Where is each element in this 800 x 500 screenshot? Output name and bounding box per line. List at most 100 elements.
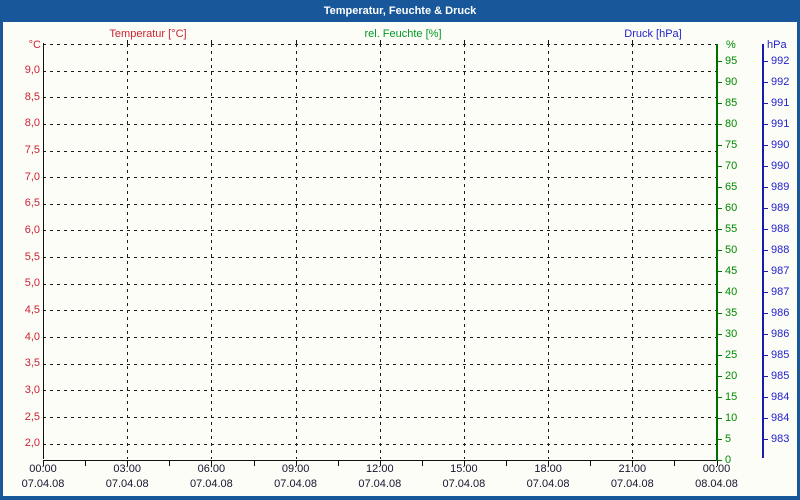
humidity-axis-label: 55 bbox=[725, 223, 737, 236]
humidity-unit-label: % bbox=[726, 39, 736, 51]
humidity-axis-line bbox=[716, 44, 718, 461]
humidity-axis-label: 65 bbox=[725, 181, 737, 194]
pressure-axis-label: 992 bbox=[771, 55, 789, 68]
humidity-axis-label: 0 bbox=[725, 454, 731, 467]
humidity-tick bbox=[717, 61, 722, 62]
pressure-tick bbox=[763, 103, 768, 104]
x-date-label: 07.04.08 bbox=[13, 478, 73, 491]
x-top-tick bbox=[380, 40, 381, 44]
x-time-label: 12:00 bbox=[350, 463, 410, 476]
x-top-tick bbox=[296, 40, 297, 44]
pressure-tick bbox=[763, 208, 768, 209]
temperature-unit-label: °C bbox=[3, 39, 41, 51]
humidity-tick bbox=[717, 229, 722, 230]
weather-chart-window: Temperatur, Feuchte & Druck Temperatur [… bbox=[0, 0, 800, 500]
humidity-tick bbox=[717, 355, 722, 356]
humidity-tick bbox=[717, 103, 722, 104]
humidity-tick bbox=[717, 397, 722, 398]
x-time-label: 00:00 bbox=[687, 463, 747, 476]
temperature-axis-label: 7,0 bbox=[3, 171, 40, 184]
temperature-axis-label: 3,0 bbox=[3, 384, 40, 397]
x-date-label: 07.04.08 bbox=[350, 478, 410, 491]
humidity-tick bbox=[717, 187, 722, 188]
window-titlebar: Temperatur, Feuchte & Druck bbox=[0, 0, 800, 22]
humidity-tick bbox=[717, 166, 722, 167]
x-axis-tick bbox=[590, 461, 591, 466]
x-time-label: 21:00 bbox=[602, 463, 662, 476]
x-date-label: 07.04.08 bbox=[97, 478, 157, 491]
x-axis-tick bbox=[254, 461, 255, 466]
x-axis-tick bbox=[422, 461, 423, 466]
humidity-tick bbox=[717, 145, 722, 146]
humidity-tick bbox=[717, 439, 722, 440]
pressure-axis-label: 985 bbox=[771, 370, 789, 383]
v-gridline bbox=[211, 44, 212, 460]
x-axis-tick bbox=[85, 461, 86, 466]
pressure-tick bbox=[763, 61, 768, 62]
temperature-axis-label: 6,0 bbox=[3, 224, 40, 237]
humidity-tick bbox=[717, 313, 722, 314]
x-time-label: 15:00 bbox=[434, 463, 494, 476]
temperature-axis-label: 3,5 bbox=[3, 357, 40, 370]
pressure-axis-label: 983 bbox=[771, 433, 789, 446]
humidity-tick bbox=[717, 208, 722, 209]
pressure-unit-label: hPa bbox=[767, 39, 787, 51]
x-top-tick bbox=[632, 40, 633, 44]
pressure-tick bbox=[763, 145, 768, 146]
x-time-label: 09:00 bbox=[266, 463, 326, 476]
pressure-tick bbox=[763, 334, 768, 335]
x-axis-tick bbox=[338, 461, 339, 466]
pressure-axis-label: 986 bbox=[771, 307, 789, 320]
temperature-axis-label: 7,5 bbox=[3, 144, 40, 157]
temperature-axis-label: 2,5 bbox=[3, 411, 40, 424]
pressure-tick bbox=[763, 124, 768, 125]
humidity-tick bbox=[717, 250, 722, 251]
pressure-axis-label: 985 bbox=[771, 349, 789, 362]
pressure-tick bbox=[763, 313, 768, 314]
x-time-label: 03:00 bbox=[97, 463, 157, 476]
humidity-axis-label: 10 bbox=[725, 412, 737, 425]
temperature-axis-label: 4,0 bbox=[3, 331, 40, 344]
temperature-axis-label: 6,5 bbox=[3, 197, 40, 210]
humidity-tick bbox=[717, 334, 722, 335]
pressure-axis-label: 988 bbox=[771, 244, 789, 257]
pressure-axis-label: 987 bbox=[771, 286, 789, 299]
humidity-tick bbox=[717, 376, 722, 377]
humidity-tick bbox=[717, 292, 722, 293]
x-axis-tick bbox=[674, 461, 675, 466]
v-gridline bbox=[548, 44, 549, 460]
v-gridline bbox=[380, 44, 381, 460]
humidity-axis-label: 75 bbox=[725, 139, 737, 152]
humidity-tick bbox=[717, 460, 722, 461]
humidity-axis-label: 70 bbox=[725, 160, 737, 173]
pressure-axis-label: 989 bbox=[771, 181, 789, 194]
x-top-tick bbox=[211, 40, 212, 44]
x-time-label: 18:00 bbox=[518, 463, 578, 476]
pressure-axis-label: 984 bbox=[771, 391, 789, 404]
humidity-axis-label: 45 bbox=[725, 265, 737, 278]
pressure-axis-label: 992 bbox=[771, 76, 789, 89]
pressure-axis-label: 989 bbox=[771, 202, 789, 215]
humidity-axis-label: 30 bbox=[725, 328, 737, 341]
x-date-label: 07.04.08 bbox=[518, 478, 578, 491]
x-date-label: 07.04.08 bbox=[181, 478, 241, 491]
v-gridline bbox=[464, 44, 465, 460]
x-date-label: 07.04.08 bbox=[434, 478, 494, 491]
humidity-axis-label: 20 bbox=[725, 370, 737, 383]
left-axis-line bbox=[43, 43, 44, 460]
pressure-tick bbox=[763, 355, 768, 356]
x-top-tick bbox=[464, 40, 465, 44]
temperature-axis-label: 8,5 bbox=[3, 91, 40, 104]
x-top-tick bbox=[548, 40, 549, 44]
pressure-tick bbox=[763, 418, 768, 419]
legend-humidity: rel. Feuchte [%] bbox=[318, 28, 488, 40]
pressure-axis-label: 987 bbox=[771, 265, 789, 278]
v-gridline bbox=[632, 44, 633, 460]
temperature-axis-label: 2,0 bbox=[3, 437, 40, 450]
temperature-axis-label: 8,0 bbox=[3, 117, 40, 130]
x-time-label: 06:00 bbox=[181, 463, 241, 476]
pressure-tick bbox=[763, 82, 768, 83]
pressure-axis-label: 988 bbox=[771, 223, 789, 236]
v-gridline bbox=[127, 44, 128, 460]
x-time-label: 00:00 bbox=[13, 463, 73, 476]
